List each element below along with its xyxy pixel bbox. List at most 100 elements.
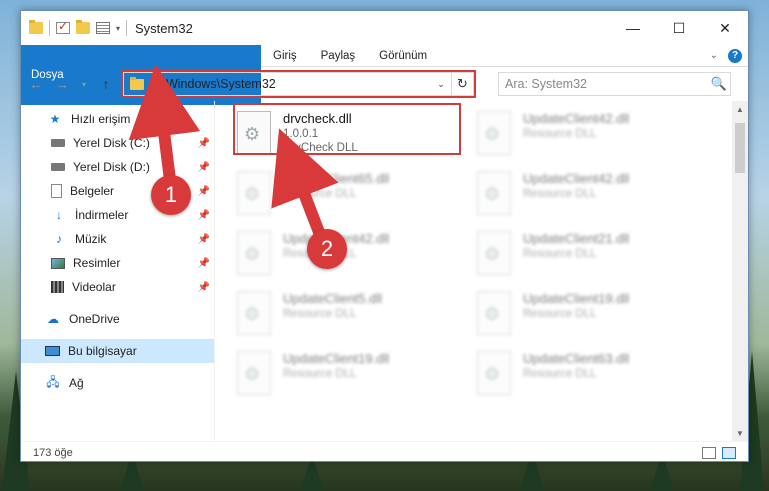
forward-button[interactable]: → — [53, 76, 71, 92]
tab-giris[interactable]: Giriş — [261, 45, 309, 66]
recent-locations-button[interactable]: ▾ — [79, 80, 89, 89]
file-description: Resource DLL — [523, 368, 597, 380]
file-description: Resource DLL — [283, 308, 357, 320]
separator — [126, 20, 128, 36]
pin-icon[interactable]: 📌 — [198, 162, 210, 173]
address-dropdown-icon[interactable]: ⌄ — [431, 79, 451, 90]
large-icons-view-icon[interactable] — [722, 446, 736, 459]
properties-icon[interactable] — [96, 22, 110, 34]
sidebar-item-label: Belgeler — [70, 184, 115, 198]
view-toggle — [702, 446, 736, 459]
dll-file-icon — [237, 291, 271, 335]
music-icon: ♪ — [56, 232, 62, 246]
network-icon: 🖧 — [46, 374, 60, 389]
pin-icon[interactable]: 📌 — [198, 258, 210, 269]
sidebar-item-label: Müzik — [75, 232, 107, 246]
file-item[interactable]: UpdateClient21.dll Resource DLL — [477, 229, 717, 289]
sidebar-item-network[interactable]: 🖧 Ağ — [21, 371, 214, 395]
sidebar-item-local-disk-d[interactable]: Yerel Disk (D:) 📌 — [21, 155, 214, 179]
file-name: UpdateClient63.dll — [523, 351, 630, 366]
sidebar-item-label: Hızlı erişim — [71, 112, 131, 126]
file-item[interactable]: UpdateClient42.dll Resource DLL — [237, 229, 477, 289]
file-list: drvcheck.dll 1.0.0.1 DrvCheck DLL Update… — [215, 101, 748, 441]
documents-icon — [51, 184, 62, 198]
file-item[interactable]: UpdateClient19.dll Resource DLL — [477, 289, 717, 349]
details-view-icon[interactable] — [702, 446, 716, 459]
dll-file-icon — [237, 351, 271, 395]
dll-file-icon — [477, 231, 511, 275]
step-badge-1: 1 — [151, 175, 191, 215]
scroll-thumb[interactable] — [735, 123, 745, 173]
file-description: Resource DLL — [283, 368, 357, 380]
minimize-button[interactable]: — — [610, 11, 656, 45]
expand-ribbon-icon[interactable]: ⌄ — [710, 50, 718, 61]
status-bar: 173 öğe — [21, 441, 748, 463]
sidebar-item-local-disk-c[interactable]: Yerel Disk (C:) 📌 — [21, 131, 214, 155]
maximize-button[interactable]: ☐ — [656, 11, 702, 45]
sidebar-item-videos[interactable]: Videolar 📌 — [21, 275, 214, 299]
pin-icon[interactable]: 📌 — [198, 282, 210, 293]
item-count: 173 öğe — [33, 446, 73, 459]
file-item-drvcheck[interactable]: drvcheck.dll 1.0.0.1 DrvCheck DLL — [233, 103, 477, 169]
refresh-button[interactable]: ↻ — [451, 73, 473, 95]
quick-access-toolbar: ▾ — [29, 19, 128, 36]
sidebar-item-quick-access[interactable]: ★ Hızlı erişim — [21, 107, 214, 131]
file-item[interactable]: UpdateClient42.dll Resource DLL — [477, 169, 717, 229]
pin-icon[interactable]: 📌 — [198, 210, 210, 221]
tab-gorunum[interactable]: Görünüm — [367, 45, 439, 66]
star-icon: ★ — [49, 112, 61, 126]
computer-icon — [45, 346, 60, 356]
file-name: UpdateClient42.dll — [523, 171, 630, 186]
close-button[interactable]: ✕ — [702, 11, 748, 45]
pin-icon[interactable]: 📌 — [198, 234, 210, 245]
up-button[interactable]: ↑ — [97, 76, 115, 92]
cloud-icon: ☁ — [47, 312, 59, 326]
sidebar-item-label: Yerel Disk (D:) — [73, 160, 150, 174]
file-item[interactable]: UpdateClient5.dll Resource DLL — [237, 289, 477, 349]
ribbon-tabs: Dosya Giriş Paylaş Görünüm ⌄ ? — [21, 45, 748, 105]
scroll-down-icon[interactable]: ▼ — [732, 425, 748, 441]
address-path[interactable]: C:\Windows\System32 — [150, 77, 276, 91]
sidebar-item-onedrive[interactable]: ☁ OneDrive — [21, 307, 214, 331]
file-description: Resource DLL — [523, 308, 597, 320]
pin-icon[interactable]: 📌 — [198, 138, 210, 149]
dll-file-icon — [237, 111, 271, 155]
properties-check-icon[interactable] — [56, 19, 70, 34]
file-description: DrvCheck DLL — [283, 142, 358, 154]
sidebar-item-label: Videolar — [72, 280, 116, 294]
sidebar-item-pictures[interactable]: Resimler 📌 — [21, 251, 214, 275]
sidebar-item-label: Bu bilgisayar — [68, 344, 137, 358]
sidebar-item-music[interactable]: ♪ Müzik 📌 — [21, 227, 214, 251]
file-description: Resource DLL — [523, 128, 597, 140]
scroll-up-icon[interactable]: ▲ — [732, 101, 748, 117]
file-item[interactable]: UpdateClient19.dll Resource DLL — [237, 349, 477, 409]
new-folder-icon[interactable] — [76, 20, 90, 34]
back-button[interactable]: ← — [27, 76, 45, 92]
customize-toolbar-arrow-icon[interactable]: ▾ — [116, 24, 120, 33]
dll-file-icon — [477, 111, 511, 155]
file-item[interactable]: UpdateClient42.dll Resource DLL — [477, 109, 717, 169]
search-box[interactable]: Ara: System32 🔍 — [498, 72, 731, 96]
vertical-scrollbar[interactable]: ▲ ▼ — [732, 101, 748, 441]
file-item[interactable]: UpdateClient65.dll Resource DLL — [237, 169, 477, 229]
folder-icon — [130, 76, 144, 90]
file-name: UpdateClient19.dll — [523, 291, 630, 306]
sidebar-item-this-pc[interactable]: Bu bilgisayar — [21, 339, 214, 363]
file-name: UpdateClient19.dll — [283, 351, 390, 366]
step-badge-2: 2 — [307, 229, 347, 269]
pin-icon[interactable]: 📌 — [198, 186, 210, 197]
sidebar-item-label: İndirmeler — [75, 208, 129, 222]
file-item[interactable]: UpdateClient63.dll Resource DLL — [477, 349, 717, 409]
folder-icon[interactable] — [29, 20, 43, 34]
tab-paylas[interactable]: Paylaş — [309, 45, 368, 66]
search-icon[interactable]: 🔍 — [708, 76, 730, 92]
sidebar-item-label: Resimler — [73, 256, 121, 270]
help-icon[interactable]: ? — [728, 48, 742, 63]
file-description: Resource DLL — [523, 188, 597, 200]
dll-file-icon — [237, 231, 271, 275]
file-name: UpdateClient21.dll — [523, 231, 630, 246]
window-controls: — ☐ ✕ — [610, 11, 748, 45]
address-bar[interactable]: C:\Windows\System32 ⌄ ↻ — [121, 70, 476, 98]
